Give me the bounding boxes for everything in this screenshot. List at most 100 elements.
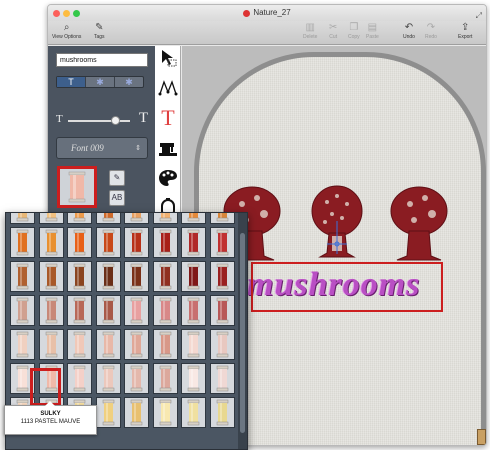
paste-button[interactable]: ▤ Paste <box>366 22 379 40</box>
thread-spool-cell[interactable] <box>181 261 206 292</box>
thread-spool-cell[interactable] <box>95 227 121 258</box>
palette-scroll-thumb[interactable] <box>240 233 245 433</box>
thread-spool-cell[interactable] <box>181 363 206 394</box>
sewing-machine-tool[interactable] <box>158 138 178 158</box>
thread-spool-cell[interactable] <box>95 213 121 224</box>
font-selector-button[interactable]: Font 009 ⇕ <box>56 137 148 159</box>
thread-spool-cell[interactable] <box>152 397 178 428</box>
thread-spool-cell[interactable] <box>38 261 64 292</box>
thread-spool-cell[interactable] <box>181 295 206 326</box>
thread-spool-icon <box>187 229 200 256</box>
thread-spool-cell[interactable] <box>10 213 35 224</box>
undo-label: Undo <box>403 34 415 40</box>
thread-spool-icon <box>45 331 57 358</box>
thread-spool-cell[interactable] <box>152 363 178 394</box>
thread-spool-icon <box>45 213 57 222</box>
thread-spool-cell[interactable] <box>124 261 149 292</box>
palette-scrollbar[interactable] <box>238 213 247 449</box>
thread-spool-cell[interactable] <box>209 295 235 326</box>
thread-spool-cell[interactable] <box>181 213 206 224</box>
thread-spool-cell[interactable] <box>209 261 235 292</box>
thread-spool-cell[interactable] <box>209 329 235 360</box>
thread-spool-icon <box>216 213 228 222</box>
thread-spool-cell[interactable] <box>124 329 149 360</box>
close-window-button[interactable] <box>53 10 60 17</box>
thread-spool-icon <box>130 213 143 222</box>
thread-spool-cell[interactable] <box>95 397 121 428</box>
view-options-button[interactable]: ⌕ View Options <box>52 22 81 40</box>
text-selection-box[interactable] <box>251 262 443 312</box>
thread-spool-cell[interactable] <box>10 227 35 258</box>
thread-spool-cell[interactable] <box>10 295 35 326</box>
thread-spool-cell[interactable] <box>209 397 235 428</box>
redo-button[interactable]: ↷ Redo <box>425 22 437 40</box>
thread-spool-cell[interactable] <box>67 363 92 394</box>
font-name: Font 009 <box>71 143 104 153</box>
thread-spool-cell[interactable] <box>181 227 206 258</box>
text-style-option-arc[interactable]: ✱ <box>86 77 115 87</box>
thread-spool-cell[interactable] <box>67 213 92 224</box>
text-tool[interactable]: T <box>158 105 178 130</box>
large-text-size-icon: T <box>138 110 148 126</box>
cut-button[interactable]: ✂ Cut <box>329 22 337 40</box>
thread-spool-cell[interactable] <box>152 213 178 224</box>
thread-spool-cell[interactable] <box>38 329 64 360</box>
text-size-slider-knob[interactable] <box>110 116 120 125</box>
export-button[interactable]: ⇪ Export <box>458 22 472 40</box>
text-tool-icon: T <box>161 105 175 130</box>
needle-tool-button[interactable]: ✎ <box>109 170 125 186</box>
thread-spool-cell[interactable] <box>209 213 235 224</box>
thread-spool-cell[interactable] <box>67 227 92 258</box>
thread-spool-icon <box>102 213 114 222</box>
thread-spool-cell[interactable] <box>67 261 92 292</box>
thread-spool-cell[interactable] <box>152 261 178 292</box>
thread-spool-icon <box>187 297 200 324</box>
letter-spacing-button[interactable]: AB <box>109 190 125 206</box>
thread-spool-cell[interactable] <box>152 329 178 360</box>
thread-spool-cell[interactable] <box>95 261 121 292</box>
path-tool[interactable] <box>158 78 178 98</box>
thread-spool-cell[interactable] <box>67 295 92 326</box>
thread-color-swatch[interactable] <box>57 166 97 208</box>
thread-spool-cell[interactable] <box>38 213 64 224</box>
select-arrow-tool[interactable] <box>158 48 178 68</box>
undo-icon: ↶ <box>404 22 414 33</box>
thread-spool-cell[interactable] <box>67 329 92 360</box>
thread-spool-cell[interactable] <box>95 329 121 360</box>
undo-button[interactable]: ↶ Undo <box>403 22 415 40</box>
copy-button[interactable]: ❐ Copy <box>348 22 360 40</box>
thread-spool-cell[interactable] <box>181 329 206 360</box>
text-style-option-straight[interactable]: T <box>57 77 86 87</box>
thread-spool-cell[interactable] <box>10 261 35 292</box>
text-size-slider[interactable] <box>68 120 130 122</box>
thread-spool-cell[interactable] <box>209 363 235 394</box>
thread-spool-cell[interactable] <box>95 363 121 394</box>
bezier-path-icon <box>158 80 178 96</box>
thread-spool-cell[interactable] <box>209 227 235 258</box>
thread-spool-cell[interactable] <box>181 397 206 428</box>
thread-spool-cell[interactable] <box>124 363 149 394</box>
embroidery-text-input[interactable] <box>56 53 148 67</box>
thread-spool-icon <box>102 331 114 358</box>
zoom-window-button[interactable] <box>73 10 80 17</box>
minimize-window-button[interactable] <box>63 10 70 17</box>
thread-spool-cell[interactable] <box>38 227 64 258</box>
tags-button[interactable]: ✎ Tags <box>94 22 105 40</box>
thread-spool-cell[interactable] <box>152 227 178 258</box>
thread-spool-cell[interactable] <box>95 295 121 326</box>
thread-spool-cell[interactable] <box>10 329 35 360</box>
text-style-option-wave[interactable]: ✱ <box>115 77 143 87</box>
thread-spool-icon <box>73 263 86 290</box>
cut-label: Cut <box>329 34 338 40</box>
palette-tool[interactable] <box>158 168 178 188</box>
thread-spool-cell[interactable] <box>124 295 149 326</box>
thread-spool-cell[interactable] <box>152 295 178 326</box>
thread-spool-icon <box>216 297 228 324</box>
thread-spool-cell[interactable] <box>124 227 149 258</box>
thread-spool-cell[interactable] <box>124 213 149 224</box>
thread-spool-cell[interactable] <box>124 397 149 428</box>
thread-spool-icon <box>130 331 143 358</box>
hoop-size-indicator[interactable] <box>477 429 486 445</box>
thread-spool-cell[interactable] <box>38 295 64 326</box>
delete-button[interactable]: ▥ Delete <box>303 22 317 40</box>
